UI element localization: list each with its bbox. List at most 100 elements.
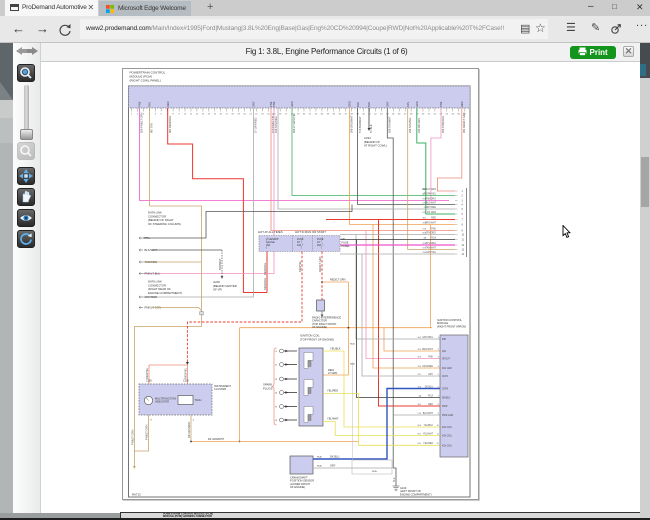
svg-text:26: 26 bbox=[279, 114, 282, 116]
svg-text:INDICATOR: INDICATOR bbox=[155, 400, 169, 404]
svg-text:45: 45 bbox=[392, 114, 395, 116]
svg-text:20A: 20A bbox=[317, 244, 322, 247]
svg-text:56: 56 bbox=[457, 114, 460, 116]
svg-text:IGN COIL: IGN COIL bbox=[442, 436, 453, 438]
svg-text:#4: #4 bbox=[275, 393, 278, 395]
svg-text:50: 50 bbox=[422, 114, 425, 116]
svg-text:36: 36 bbox=[338, 114, 341, 116]
svg-text:BLK: BLK bbox=[356, 102, 360, 107]
svg-text:DK BLU: DK BLU bbox=[330, 455, 339, 459]
svg-text:BLK: BLK bbox=[367, 102, 371, 107]
svg-text:(RIGHT COWL PANEL): (RIGHT COWL PANEL) bbox=[130, 79, 161, 83]
svg-text:TAN/ORG: TAN/ORG bbox=[145, 260, 158, 264]
svg-text:GRY: GRY bbox=[428, 374, 433, 376]
svg-text:ORG/WHT: ORG/WHT bbox=[425, 222, 437, 224]
svg-text:TAN/WHT: TAN/WHT bbox=[426, 246, 437, 249]
svg-text:AT RIGHT COWL): AT RIGHT COWL) bbox=[364, 144, 387, 148]
svg-text:3: 3 bbox=[462, 200, 464, 202]
svg-text:PNK: PNK bbox=[431, 228, 436, 230]
svg-text:929 LT GRN/YEL: 929 LT GRN/YEL bbox=[292, 112, 296, 133]
svg-text:GRY/YEL: GRY/YEL bbox=[426, 252, 437, 254]
svg-text:361 RED/LT GRN: 361 RED/LT GRN bbox=[462, 112, 466, 133]
svg-text:PNK/LT GRN: PNK/LT GRN bbox=[130, 430, 134, 445]
svg-text:GRN: GRN bbox=[415, 101, 419, 107]
svg-text:RED/YEL: RED/YEL bbox=[183, 367, 187, 379]
svg-text:PNK: PNK bbox=[138, 101, 142, 107]
svg-text:30: 30 bbox=[303, 114, 306, 116]
svg-text:BLK: BLK bbox=[393, 477, 396, 482]
svg-text:240 DK GRN: 240 DK GRN bbox=[417, 118, 421, 133]
svg-text:CKP3: CKP3 bbox=[442, 389, 449, 391]
svg-text:RCA: RCA bbox=[428, 394, 433, 397]
svg-text:43: 43 bbox=[380, 114, 383, 116]
svg-text:NCA: NCA bbox=[350, 343, 355, 346]
svg-text:RED/YEL: RED/YEL bbox=[298, 260, 302, 272]
svg-text:929 TAN/WHT: 929 TAN/WHT bbox=[388, 116, 392, 133]
svg-text:46: 46 bbox=[398, 114, 401, 116]
svg-text:570 BLK/WHT: 570 BLK/WHT bbox=[358, 116, 362, 133]
svg-text:PPL: PPL bbox=[145, 236, 151, 240]
svg-text:926: 926 bbox=[418, 366, 422, 368]
svg-text:900: 900 bbox=[418, 425, 422, 427]
svg-text:6: 6 bbox=[462, 214, 464, 216]
svg-text:LT GRN: LT GRN bbox=[328, 371, 337, 375]
svg-text:YEL/WHT: YEL/WHT bbox=[423, 433, 434, 435]
svg-text:GRN: GRN bbox=[290, 101, 294, 107]
svg-text:901: 901 bbox=[418, 443, 422, 445]
svg-text:NCA: NCA bbox=[317, 456, 322, 459]
svg-text:1: 1 bbox=[462, 191, 464, 193]
svg-text:2: 2 bbox=[438, 349, 440, 351]
svg-text:YEL/RED: YEL/RED bbox=[423, 443, 433, 445]
svg-text:935 PNK/ORG: 935 PNK/ORG bbox=[441, 116, 445, 133]
svg-text:22: 22 bbox=[255, 114, 258, 116]
svg-text:#3: #3 bbox=[275, 379, 278, 381]
svg-text:DK GRN/WHT: DK GRN/WHT bbox=[187, 421, 191, 438]
svg-text:RED: RED bbox=[460, 101, 464, 107]
svg-text:4A: 4A bbox=[418, 394, 421, 397]
svg-text:DK GRN: DK GRN bbox=[427, 212, 436, 214]
svg-text:#2: #2 bbox=[275, 365, 278, 367]
svg-text:DK BLU: DK BLU bbox=[425, 386, 434, 388]
svg-text:IMP: IMP bbox=[442, 339, 447, 341]
svg-text:17: 17 bbox=[225, 114, 228, 116]
svg-text:29: 29 bbox=[297, 114, 300, 116]
svg-text:OF ENGINE): OF ENGINE) bbox=[290, 485, 305, 489]
svg-text:PNK: PNK bbox=[272, 101, 276, 107]
svg-text:RED: RED bbox=[428, 404, 433, 406]
svg-text:11: 11 bbox=[462, 239, 465, 241]
svg-text:37: 37 bbox=[344, 114, 347, 116]
svg-text:PLUGS: PLUGS bbox=[263, 386, 273, 390]
svg-text:18: 18 bbox=[231, 114, 234, 116]
svg-text:BLK/WHT: BLK/WHT bbox=[426, 202, 437, 204]
svg-text:1: 1 bbox=[131, 114, 133, 116]
svg-text:YEL/BLK: YEL/BLK bbox=[330, 347, 341, 351]
svg-text:359 PNK/LT GRN: 359 PNK/LT GRN bbox=[140, 112, 144, 133]
svg-text:TAN: TAN bbox=[406, 102, 410, 107]
svg-text:8: 8 bbox=[172, 114, 174, 116]
svg-text:979: 979 bbox=[423, 228, 427, 230]
svg-text:I/P: I/P bbox=[342, 237, 345, 241]
svg-text:7: 7 bbox=[462, 219, 464, 221]
svg-text:HOT AT ALL TIMES: HOT AT ALL TIMES bbox=[258, 230, 283, 234]
svg-text:GRY/ORG: GRY/ORG bbox=[425, 232, 436, 234]
svg-text:2: 2 bbox=[137, 114, 139, 116]
svg-text:15: 15 bbox=[214, 114, 217, 116]
svg-text:9: 9 bbox=[462, 230, 464, 232]
svg-text:54: 54 bbox=[446, 114, 449, 116]
svg-text:TACH: TACH bbox=[195, 398, 202, 402]
svg-text:(TOP FRONT OF ENGINE): (TOP FRONT OF ENGINE) bbox=[300, 337, 334, 341]
svg-text:11: 11 bbox=[437, 433, 440, 435]
svg-text:OF ENGINE): OF ENGINE) bbox=[312, 325, 327, 329]
svg-text:57 GRY/RED: 57 GRY/RED bbox=[254, 117, 258, 133]
svg-text:9: 9 bbox=[438, 413, 440, 415]
svg-text:48: 48 bbox=[410, 114, 413, 116]
svg-text:PWR: PWR bbox=[442, 406, 448, 408]
svg-text:PNK: PNK bbox=[428, 356, 433, 358]
svg-text:NCA: NCA bbox=[317, 465, 322, 468]
svg-text:2: 2 bbox=[462, 195, 464, 197]
svg-text:CKP1: CKP1 bbox=[442, 376, 449, 378]
svg-text:5: 5 bbox=[155, 114, 157, 116]
svg-text:38: 38 bbox=[350, 114, 353, 116]
svg-text:5: 5 bbox=[462, 209, 464, 211]
svg-text:NCA: NCA bbox=[350, 363, 355, 366]
